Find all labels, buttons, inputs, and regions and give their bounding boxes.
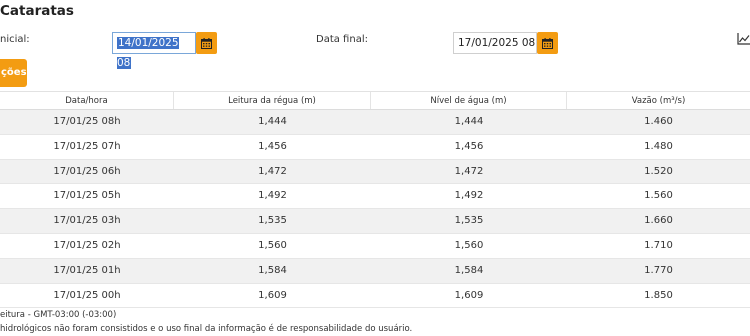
start-calendar-button[interactable] <box>196 32 217 54</box>
action-button[interactable]: ções <box>0 59 27 87</box>
column-header-gauge-reading[interactable]: Leitura da régua (m) <box>174 92 371 109</box>
cell-gauge-reading: 1,444 <box>258 116 287 127</box>
cell-datetime: 17/01/25 02h <box>53 239 121 251</box>
cell-datetime: 17/01/25 06h <box>53 165 121 177</box>
cell-gauge-reading: 1,535 <box>258 215 287 227</box>
disclaimer-note: hidrológicos não foram consistidos e o u… <box>0 324 413 334</box>
end-calendar-button[interactable] <box>537 32 558 54</box>
cell-water-level: 1,560 <box>454 239 484 251</box>
column-header-datetime[interactable]: Data/hora <box>0 92 174 109</box>
cell-datetime: 17/01/25 07h <box>53 140 121 152</box>
timezone-note: eitura - GMT-03:00 (-03:00) <box>0 310 117 320</box>
cell-gauge-reading: 1,492 <box>258 190 287 202</box>
cell-gauge-reading: 1,456 <box>258 140 287 152</box>
cell-flow: 1.520 <box>644 165 673 177</box>
cell-datetime: 17/01/25 00h <box>53 289 121 301</box>
cell-flow: 1.770 <box>644 264 673 276</box>
line-chart-icon[interactable] <box>737 32 750 46</box>
cell-water-level: 1,492 <box>454 190 484 202</box>
cell-gauge-reading: 1,560 <box>258 239 287 251</box>
cell-datetime: 17/01/25 01h <box>53 264 121 276</box>
cell-flow: 1.660 <box>644 215 673 227</box>
table-row: 17/01/25 01h 1,584 1,584 1.770 <box>0 258 750 284</box>
column-header-water-level[interactable]: Nível de água (m) <box>371 92 567 109</box>
start-date-input[interactable]: 14/01/2025 08 <box>112 32 196 69</box>
table-row: 17/01/25 07h 1,456 1,456 1.480 <box>0 134 750 160</box>
cell-water-level: 1,609 <box>454 289 484 301</box>
end-date-input[interactable]: 17/01/2025 08 <box>453 32 537 54</box>
end-date-label: Data final: <box>316 34 368 45</box>
cell-flow: 1.480 <box>644 140 673 152</box>
cell-datetime: 17/01/25 08h <box>53 116 121 127</box>
cell-flow: 1.460 <box>644 116 673 127</box>
start-date-value: 14/01/2025 08 <box>117 37 179 69</box>
column-header-flow[interactable]: Vazão (m³/s) <box>567 92 750 109</box>
cell-datetime: 17/01/25 05h <box>53 190 121 202</box>
cell-gauge-reading: 1,609 <box>258 289 287 301</box>
cell-water-level: 1,456 <box>454 140 484 152</box>
cell-datetime: 17/01/25 03h <box>53 215 121 227</box>
data-table: Data/hora Leitura da régua (m) Nível de … <box>0 91 750 309</box>
cell-gauge-reading: 1,584 <box>258 264 287 276</box>
cell-water-level: 1,472 <box>454 165 484 177</box>
table-row: 17/01/25 03h 1,535 1,535 1.660 <box>0 209 750 234</box>
cell-flow: 1.710 <box>644 239 673 251</box>
table-row: 17/01/25 05h 1,492 1,492 1.560 <box>0 184 750 210</box>
cell-water-level: 1,535 <box>454 215 484 227</box>
cell-gauge-reading: 1,472 <box>258 165 287 177</box>
cell-water-level: 1,584 <box>454 264 484 276</box>
start-date-label: nicial: <box>0 34 30 45</box>
cell-water-level: 1,444 <box>454 116 484 127</box>
cell-flow: 1.850 <box>644 289 673 301</box>
station-title: Cataratas <box>0 3 74 19</box>
table-row: 17/01/25 00h 1,609 1,609 1.850 <box>0 283 750 309</box>
cell-flow: 1.560 <box>644 190 673 202</box>
calendar-icon <box>201 37 212 49</box>
table-header-row: Data/hora Leitura da régua (m) Nível de … <box>0 91 750 110</box>
table-row: 17/01/25 06h 1,472 1,472 1.520 <box>0 159 750 185</box>
table-row: 17/01/25 02h 1,560 1,560 1.710 <box>0 233 750 259</box>
table-row: 17/01/25 08h 1,444 1,444 1.460 <box>0 110 750 135</box>
calendar-icon <box>542 37 553 49</box>
